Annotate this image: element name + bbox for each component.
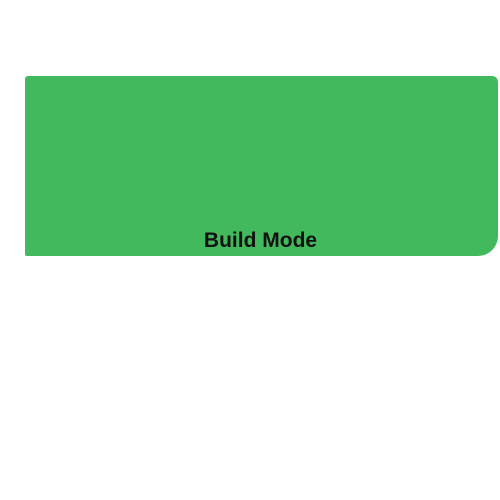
build-mode-button[interactable]: Build Mode: [25, 76, 498, 256]
build-mode-label: Build Mode: [203, 229, 318, 252]
